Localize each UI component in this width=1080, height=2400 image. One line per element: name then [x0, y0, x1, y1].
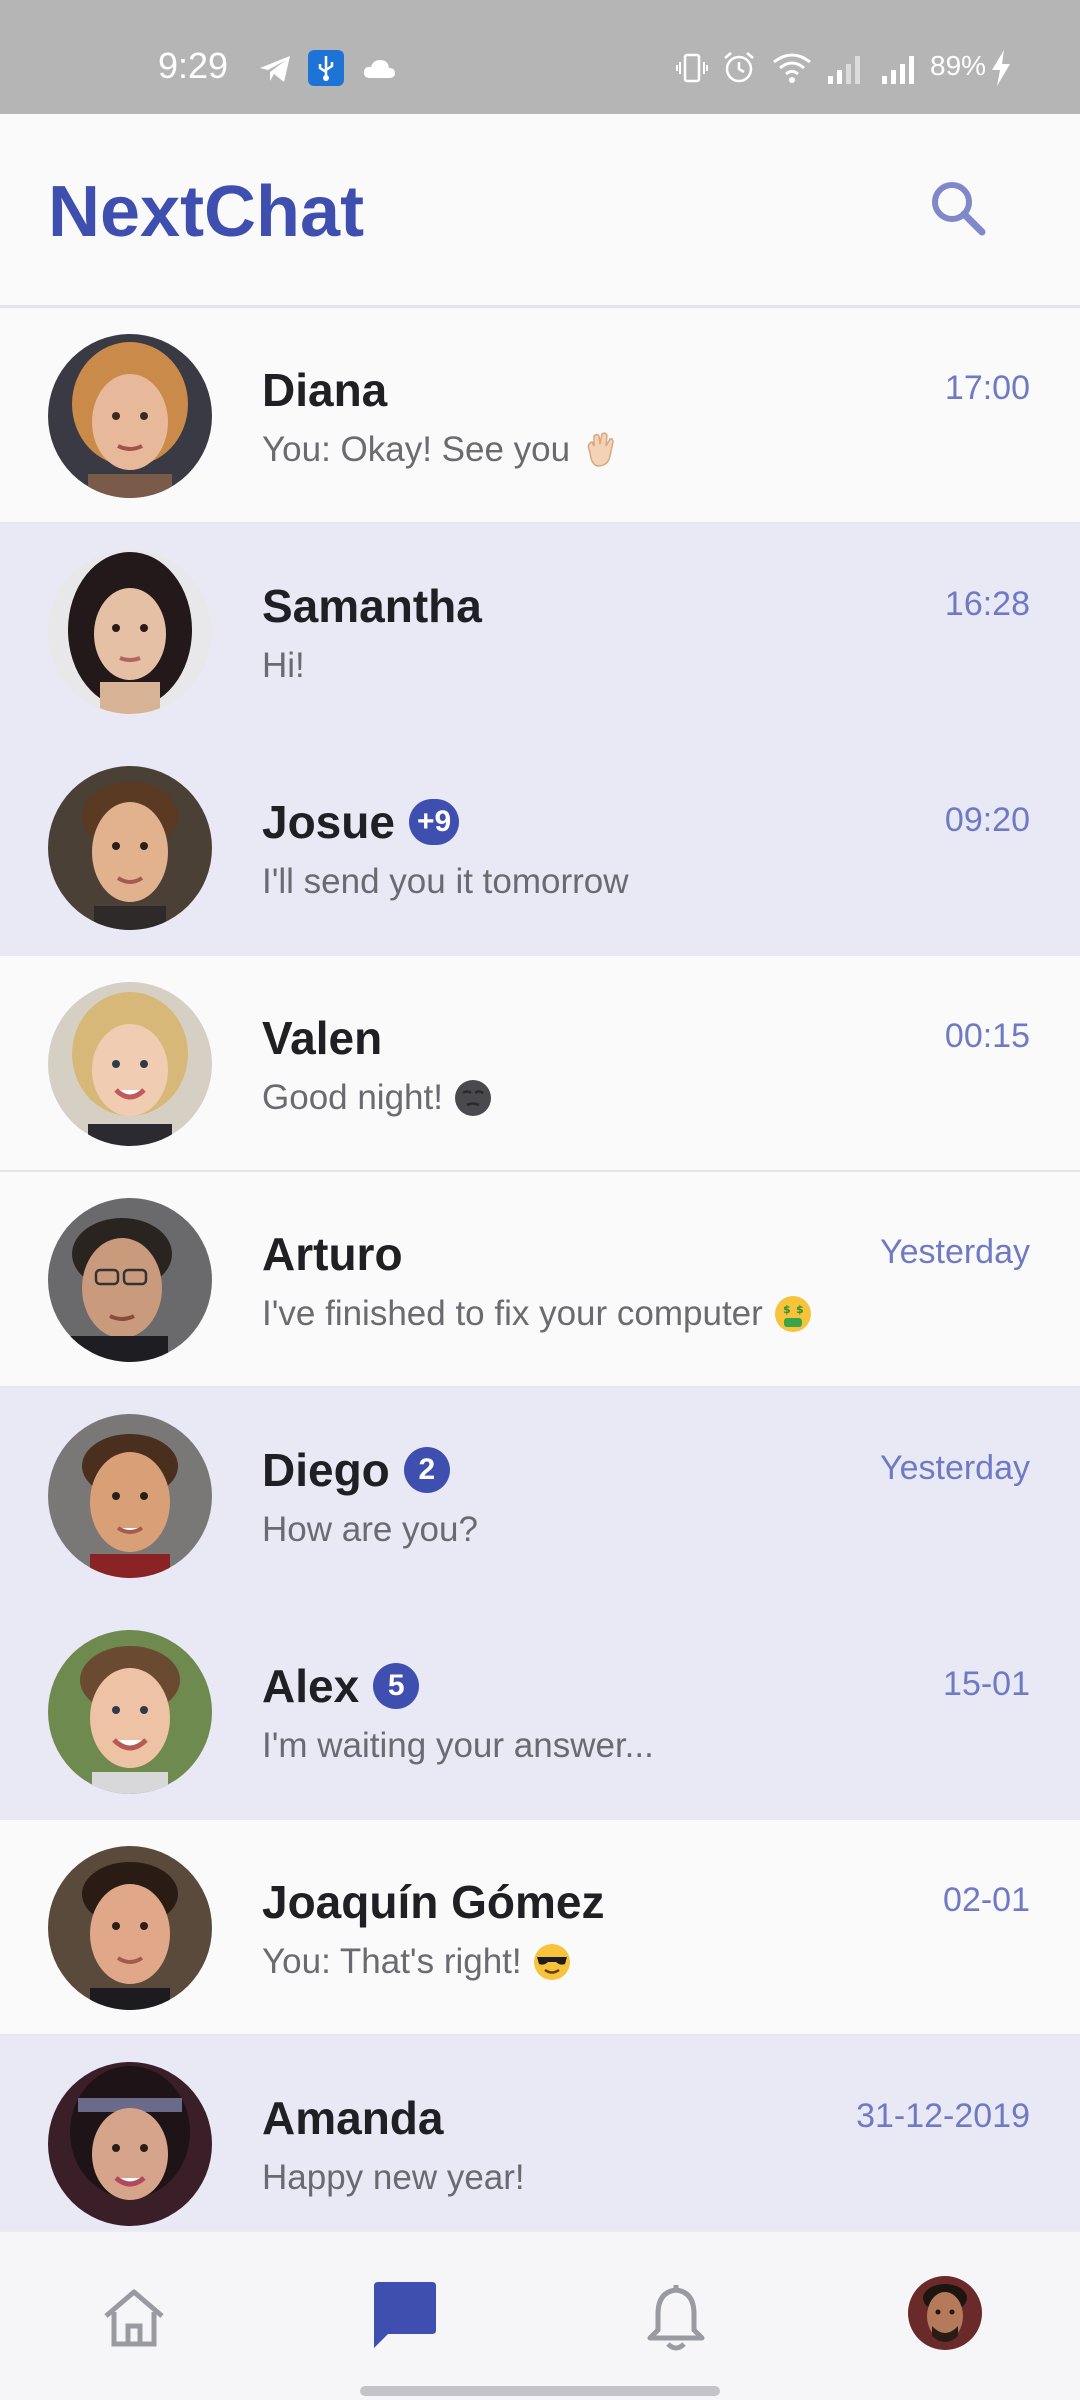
chat-name: Amanda	[262, 2092, 444, 2144]
svg-text:$: $	[796, 1303, 804, 1316]
chat-time: 15-01	[943, 1665, 1030, 1703]
avatar	[48, 2062, 212, 2226]
chat-row[interactable]: Diana 17:00 You: Okay! See you	[0, 308, 1080, 524]
unread-badge: +9	[408, 799, 460, 845]
chat-preview: How are you?	[262, 1506, 478, 1554]
chat-icon[interactable]	[368, 2278, 442, 2352]
home-indicator[interactable]	[360, 2386, 720, 2396]
status-time: 9:29	[158, 45, 229, 86]
bottom-navigation	[0, 2230, 1080, 2400]
charging-icon	[992, 50, 1010, 86]
app-header: NextChat	[0, 114, 1080, 308]
bell-icon[interactable]	[640, 2282, 712, 2354]
status-bar: 9:29 89%	[0, 0, 1080, 114]
chat-name: Joaquín Gómez	[262, 1876, 605, 1928]
avatar	[48, 334, 212, 498]
telegram-icon	[260, 56, 290, 82]
signal-icon	[882, 56, 914, 84]
chat-name-line: Diana	[262, 364, 387, 416]
chat-name-line: Alex 5	[262, 1660, 420, 1712]
chat-preview-text: How are you?	[262, 1510, 478, 1549]
vibrate-icon	[676, 53, 708, 83]
chat-name-line: Josue +9	[262, 796, 460, 848]
chat-preview-text: Good night!	[262, 1078, 443, 1117]
chat-preview-text: I'll send you it tomorrow	[262, 862, 629, 901]
chat-row[interactable]: Joaquín Gómez 02-01 You: That's right!	[0, 1820, 1080, 2036]
chat-time: 17:00	[944, 369, 1030, 407]
chat-time: 16:28	[944, 585, 1030, 623]
new-moon-face-icon	[454, 1080, 491, 1116]
chat-time: 02-01	[943, 1881, 1030, 1919]
chat-preview-text: Hi!	[262, 646, 305, 685]
unread-badge: 5	[373, 1663, 420, 1709]
profile-avatar[interactable]	[908, 2276, 982, 2350]
chat-row[interactable]: Arturo Yesterday I've finished to fix yo…	[0, 1172, 1080, 1388]
avatar	[48, 766, 212, 930]
battery-percentage: 89%	[930, 50, 987, 81]
chat-row[interactable]: Diego 2 Yesterday How are you?	[0, 1388, 1080, 1604]
chat-preview: I've finished to fix your computer $ $	[262, 1290, 813, 1338]
chat-row[interactable]: Valen 00:15 Good night!	[0, 956, 1080, 1172]
avatar	[48, 982, 212, 1146]
avatar	[48, 550, 212, 714]
chat-time: Yesterday	[880, 1449, 1030, 1487]
money-mouth-face-icon: $ $	[774, 1296, 811, 1332]
chat-row[interactable]: Josue +9 09:20 I'll send you it tomorrow	[0, 740, 1080, 956]
chat-preview-text: You: Okay! See you	[262, 430, 571, 469]
chat-preview: I'll send you it tomorrow	[262, 858, 629, 906]
cloud-icon	[363, 60, 395, 78]
chat-name: Diego	[262, 1444, 390, 1496]
chat-name-line: Valen	[262, 1012, 382, 1064]
chat-list: Diana 17:00 You: Okay! See you Samantha …	[0, 308, 1080, 2230]
chat-row[interactable]: Samantha 16:28 Hi!	[0, 524, 1080, 740]
avatar	[48, 1846, 212, 2010]
alarm-icon	[724, 52, 754, 83]
chat-preview: I'm waiting your answer...	[262, 1722, 654, 1770]
chat-time: 00:15	[944, 1017, 1030, 1055]
home-icon[interactable]	[98, 2282, 170, 2354]
chat-preview-text: You: That's right!	[262, 1942, 522, 1981]
chat-preview: You: Okay! See you	[262, 426, 620, 474]
app-title: NextChat	[48, 172, 365, 252]
chat-name: Alex	[262, 1660, 360, 1712]
chat-time: Yesterday	[880, 1233, 1030, 1271]
waving-hand-icon	[587, 432, 614, 467]
chat-row[interactable]: Alex 5 15-01 I'm waiting your answer...	[0, 1604, 1080, 1820]
chat-name-line: Amanda	[262, 2092, 443, 2144]
screen: 9:29 89% NextChat Diana 17:00 You: Okay!…	[0, 0, 1080, 2400]
chat-name-line: Joaquín Gómez	[262, 1876, 604, 1928]
chat-preview: You: That's right!	[262, 1938, 572, 1986]
chat-preview-text: I'm waiting your answer...	[262, 1726, 654, 1765]
chat-name-line: Arturo	[262, 1228, 403, 1280]
chat-row[interactable]: Amanda 31-12-2019 Happy new year!	[0, 2036, 1080, 2230]
chat-preview: Happy new year!	[262, 2154, 525, 2202]
wifi-icon	[773, 53, 811, 83]
sunglasses-face-icon	[533, 1944, 570, 1980]
chat-name: Josue	[262, 796, 395, 848]
avatar	[48, 1630, 212, 1794]
chat-preview-text: Happy new year!	[262, 2158, 525, 2197]
chat-name: Diana	[262, 364, 388, 416]
chat-preview-text: I've finished to fix your computer	[262, 1294, 763, 1333]
usb-debug-icon	[308, 50, 344, 86]
svg-text:$: $	[783, 1303, 791, 1316]
search-icon[interactable]	[926, 176, 990, 240]
avatar	[48, 1198, 212, 1362]
chat-name-line: Samantha	[262, 580, 482, 632]
chat-name-line: Diego 2	[262, 1444, 450, 1496]
chat-time: 09:20	[944, 801, 1030, 839]
signal-icon	[828, 56, 860, 84]
chat-name: Samantha	[262, 580, 482, 632]
chat-time: 31-12-2019	[856, 2097, 1030, 2135]
chat-preview: Hi!	[262, 642, 305, 690]
chat-name: Valen	[262, 1012, 383, 1064]
unread-badge: 2	[403, 1447, 450, 1493]
avatar	[48, 1414, 212, 1578]
chat-preview: Good night!	[262, 1074, 493, 1122]
chat-name: Arturo	[262, 1228, 403, 1280]
